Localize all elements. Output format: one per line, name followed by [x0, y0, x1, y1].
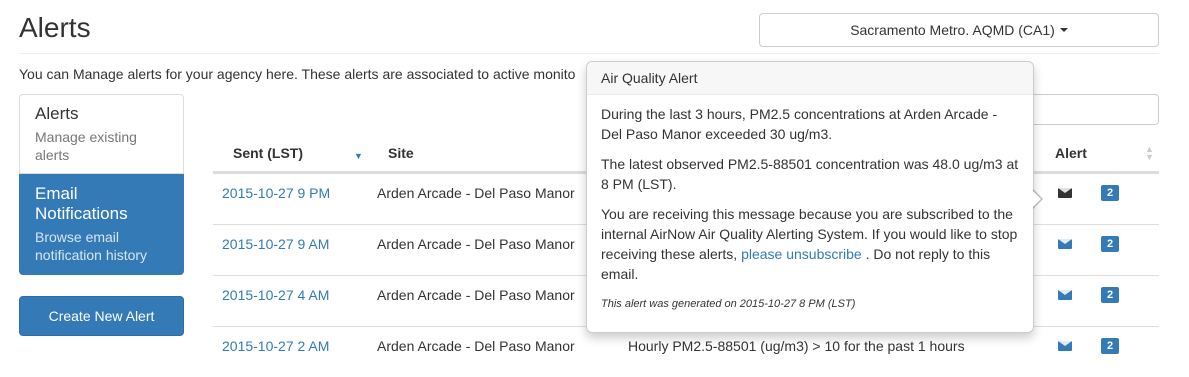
count-badge: 2 — [1101, 236, 1119, 252]
alert-description: Hourly PM2.5-88501 (ug/m3) > 10 for the … — [628, 338, 965, 354]
site-cell: Arden Arcade - Del Paso Manor — [377, 338, 575, 354]
count-badge: 2 — [1101, 185, 1119, 201]
popover-paragraph: You are receiving this message because y… — [601, 204, 1019, 284]
site-cell: Arden Arcade - Del Paso Manor — [377, 185, 575, 201]
page-title: Alerts — [19, 12, 91, 43]
sidebar-item-alerts[interactable]: Alerts Manage existing alerts — [19, 94, 184, 174]
sidebar-item-subtitle: Manage existing alerts — [35, 129, 137, 163]
agency-dropdown-label: Sacramento Metro. AQMD (CA1) — [850, 22, 1055, 38]
agency-dropdown[interactable]: Sacramento Metro. AQMD (CA1) — [759, 13, 1159, 47]
popover-title: Air Quality Alert — [587, 62, 1033, 95]
envelope-icon[interactable] — [1058, 239, 1072, 249]
sidebar-item-title: Email Notifications — [35, 184, 128, 223]
table-row[interactable]: 2015-10-27 2 AM Arden Arcade - Del Paso … — [213, 326, 1159, 377]
sent-link[interactable]: 2015-10-27 9 PM — [222, 183, 330, 203]
sent-link[interactable]: 2015-10-27 4 AM — [222, 285, 329, 305]
site-cell: Arden Arcade - Del Paso Manor — [377, 287, 575, 303]
column-header-site[interactable]: Site — [388, 145, 414, 161]
search-input[interactable] — [1030, 94, 1159, 125]
intro-text: You can Manage alerts for your agency he… — [19, 66, 576, 82]
count-badge: 2 — [1101, 338, 1119, 354]
sent-link[interactable]: 2015-10-27 9 AM — [222, 234, 329, 254]
envelope-icon[interactable] — [1058, 290, 1072, 300]
site-cell: Arden Arcade - Del Paso Manor — [377, 236, 575, 252]
envelope-icon[interactable] — [1058, 341, 1072, 351]
title-divider — [19, 53, 1159, 54]
sent-link[interactable]: 2015-10-27 2 AM — [222, 336, 329, 356]
caret-down-icon — [1059, 28, 1068, 32]
column-header-alert[interactable]: Alert — [1055, 145, 1087, 161]
sidebar-item-subtitle: Browse email notification history — [35, 229, 148, 263]
triangle-down-icon[interactable]: ▼ — [354, 151, 363, 161]
unsubscribe-link[interactable]: please unsubscribe — [741, 246, 862, 262]
generated-note: This alert was generated on 2015-10-27 8… — [601, 298, 856, 310]
envelope-icon[interactable] — [1058, 188, 1072, 198]
column-header-sent[interactable]: Sent (LST) — [233, 145, 303, 161]
sidebar-nav: Alerts Manage existing alerts Email Noti… — [19, 94, 184, 275]
sidebar-item-title: Alerts — [35, 104, 79, 123]
sort-icon[interactable]: ▲ ▼ — [1145, 145, 1154, 162]
popover-paragraph: The latest observed PM2.5-88501 concentr… — [601, 156, 1019, 192]
popover-arrow — [1032, 189, 1043, 209]
air-quality-alert-popover: Air Quality Alert During the last 3 hour… — [586, 61, 1043, 333]
popover-content: During the last 3 hours, PM2.5 concentra… — [587, 95, 1033, 323]
popover-paragraph: During the last 3 hours, PM2.5 concentra… — [601, 106, 998, 142]
create-new-alert-button[interactable]: Create New Alert — [19, 296, 184, 336]
sidebar-item-email-notifications[interactable]: Email Notifications Browse email notific… — [19, 174, 184, 275]
count-badge: 2 — [1101, 287, 1119, 303]
